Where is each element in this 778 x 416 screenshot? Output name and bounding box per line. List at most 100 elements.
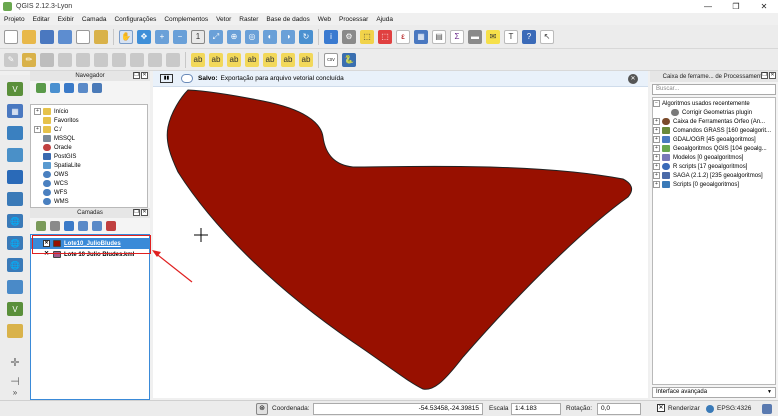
- add-raster-layer-icon[interactable]: ▦: [7, 104, 23, 118]
- rotation-field[interactable]: 0,0: [597, 403, 641, 415]
- processing-search-input[interactable]: Buscar...: [652, 84, 776, 95]
- menu-raster[interactable]: Raster: [239, 16, 258, 23]
- add-wfs-layer-icon[interactable]: 🌐: [7, 258, 23, 272]
- browser-item-inicio[interactable]: + Início: [34, 107, 144, 116]
- close-panel-icon[interactable]: ✕: [769, 72, 776, 79]
- float-panel-icon[interactable]: ❐: [133, 72, 140, 79]
- statistics-sum-icon[interactable]: Σ: [450, 29, 464, 44]
- browser-item-mssql[interactable]: MSSQL: [34, 134, 144, 143]
- deselect-icon[interactable]: ⬚: [378, 29, 392, 44]
- text-annotation-icon[interactable]: T: [504, 29, 518, 44]
- save-as-icon[interactable]: [58, 29, 72, 44]
- label-pin-icon[interactable]: ab: [227, 52, 241, 67]
- close-panel-icon[interactable]: ✕: [141, 72, 148, 79]
- expand-icon[interactable]: +: [653, 181, 660, 188]
- add-delimited-text-icon[interactable]: [7, 280, 23, 294]
- add-vector-layer-icon[interactable]: V: [7, 82, 23, 96]
- pan-hand-icon[interactable]: ✋: [119, 29, 133, 44]
- help-icon[interactable]: ?: [522, 29, 536, 44]
- menu-camada[interactable]: Camada: [82, 16, 107, 23]
- menu-ajuda[interactable]: Ajuda: [376, 16, 393, 23]
- proc-item-orfeo[interactable]: + Caixa de Ferramentas Orfeo (An...: [653, 117, 775, 126]
- browser-item-favoritos[interactable]: Favoritos: [34, 116, 144, 125]
- toggle-editing-icon[interactable]: ✏: [22, 52, 36, 67]
- more-tools-icon[interactable]: »: [13, 388, 17, 397]
- close-panel-icon[interactable]: ✕: [141, 209, 148, 216]
- attribute-table-icon[interactable]: ▦: [414, 29, 428, 44]
- render-checkbox[interactable]: ✕: [657, 404, 665, 412]
- add-mssql-layer-icon[interactable]: [7, 170, 23, 184]
- message-log-icon[interactable]: [762, 404, 772, 414]
- composer-manager-icon[interactable]: [94, 29, 108, 44]
- browser-item-ows[interactable]: OWS: [34, 170, 144, 179]
- menu-vetor[interactable]: Vetor: [216, 16, 231, 23]
- label-change-icon[interactable]: ab: [299, 52, 313, 67]
- expand-all-icon[interactable]: [78, 221, 88, 231]
- save-edits-icon[interactable]: [40, 52, 54, 67]
- browser-item-oracle[interactable]: Oracle: [34, 143, 144, 152]
- expand-icon[interactable]: +: [653, 172, 660, 179]
- label-rotate-icon[interactable]: ab: [281, 52, 295, 67]
- whats-this-icon[interactable]: ↖: [540, 29, 554, 44]
- filter-legend-icon[interactable]: [64, 221, 74, 231]
- proc-item-recent[interactable]: − Algoritmos usados recentemente: [653, 99, 775, 108]
- label-highlight-icon[interactable]: ab: [209, 52, 223, 67]
- filter-browser-icon[interactable]: [64, 83, 74, 93]
- proc-item-modelos[interactable]: + Modelos [0 geoalgoritmos]: [653, 153, 775, 162]
- float-panel-icon[interactable]: ❐: [133, 209, 140, 216]
- browser-item-wfs[interactable]: WFS: [34, 188, 144, 197]
- expand-icon[interactable]: +: [653, 145, 660, 152]
- proc-item-qgis[interactable]: + Geoalgoritmos QGIS [104 geoalg...: [653, 144, 775, 153]
- add-selected-icon[interactable]: [36, 83, 46, 93]
- refresh-icon[interactable]: ↻: [299, 29, 313, 44]
- zoom-out-icon[interactable]: −: [173, 29, 187, 44]
- expand-icon[interactable]: +: [34, 108, 41, 115]
- toggle-coord-icon[interactable]: ⊛: [256, 403, 268, 415]
- add-spatialite-layer-icon[interactable]: [7, 148, 23, 162]
- proc-item-grass[interactable]: + Comandos GRASS [160 geoalgorit...: [653, 126, 775, 135]
- expand-icon[interactable]: +: [653, 163, 660, 170]
- map-canvas[interactable]: [153, 87, 648, 398]
- map-tips-icon[interactable]: ✉: [486, 29, 500, 44]
- zoom-in-icon[interactable]: +: [155, 29, 169, 44]
- minimize-button[interactable]: —: [694, 0, 722, 13]
- float-panel-icon[interactable]: ❐: [761, 72, 768, 79]
- proc-item-scripts[interactable]: + Scripts [0 geoalgoritmos]: [653, 180, 775, 189]
- csv-icon[interactable]: csv: [324, 52, 338, 67]
- enable-properties-icon[interactable]: [78, 83, 88, 93]
- field-calculator-icon[interactable]: ▤: [432, 29, 446, 44]
- menu-projeto[interactable]: Projeto: [4, 16, 25, 23]
- cut-features-icon[interactable]: [130, 52, 144, 67]
- delete-selected-icon[interactable]: [112, 52, 126, 67]
- add-wcs-layer-icon[interactable]: 🌐: [7, 236, 23, 250]
- new-print-composer-icon[interactable]: [76, 29, 90, 44]
- proc-item-corrigir[interactable]: Corrigir Geometrias plugin: [653, 108, 775, 117]
- browser-item-spatialite[interactable]: SpatiaLite: [34, 161, 144, 170]
- open-project-icon[interactable]: [22, 29, 36, 44]
- zoom-next-icon[interactable]: ◑: [281, 29, 295, 44]
- label-tool-icon[interactable]: ab: [191, 52, 205, 67]
- zoom-layer-icon[interactable]: ◎: [245, 29, 259, 44]
- add-postgis-layer-icon[interactable]: [7, 126, 23, 140]
- maximize-button[interactable]: ❐: [722, 0, 750, 13]
- menu-exibir[interactable]: Exibir: [58, 16, 74, 23]
- save-project-icon[interactable]: [40, 29, 54, 44]
- zoom-full-icon[interactable]: ⤢: [209, 29, 223, 44]
- zoom-selection-icon[interactable]: ⊕: [227, 29, 241, 44]
- new-shapefile-icon[interactable]: V: [7, 302, 23, 316]
- expand-icon[interactable]: +: [653, 127, 660, 134]
- proc-item-r-scripts[interactable]: + R scripts [17 geoalgoritmos]: [653, 162, 775, 171]
- move-feature-icon[interactable]: [76, 52, 90, 67]
- label-move-icon[interactable]: ab: [263, 52, 277, 67]
- collapse-all-icon[interactable]: [92, 83, 102, 93]
- expand-icon[interactable]: +: [34, 126, 41, 133]
- zoom-native-icon[interactable]: 1: [191, 29, 205, 44]
- add-oracle-layer-icon[interactable]: [7, 192, 23, 206]
- current-edits-icon[interactable]: ✎: [4, 52, 18, 67]
- menu-base-de-dados[interactable]: Base de dados: [266, 16, 309, 23]
- add-virtual-layer-icon[interactable]: [7, 324, 23, 338]
- expand-icon[interactable]: +: [653, 154, 660, 161]
- browser-item-wms[interactable]: WMS: [34, 197, 144, 206]
- node-tool-icon[interactable]: [94, 52, 108, 67]
- paste-features-icon[interactable]: [166, 52, 180, 67]
